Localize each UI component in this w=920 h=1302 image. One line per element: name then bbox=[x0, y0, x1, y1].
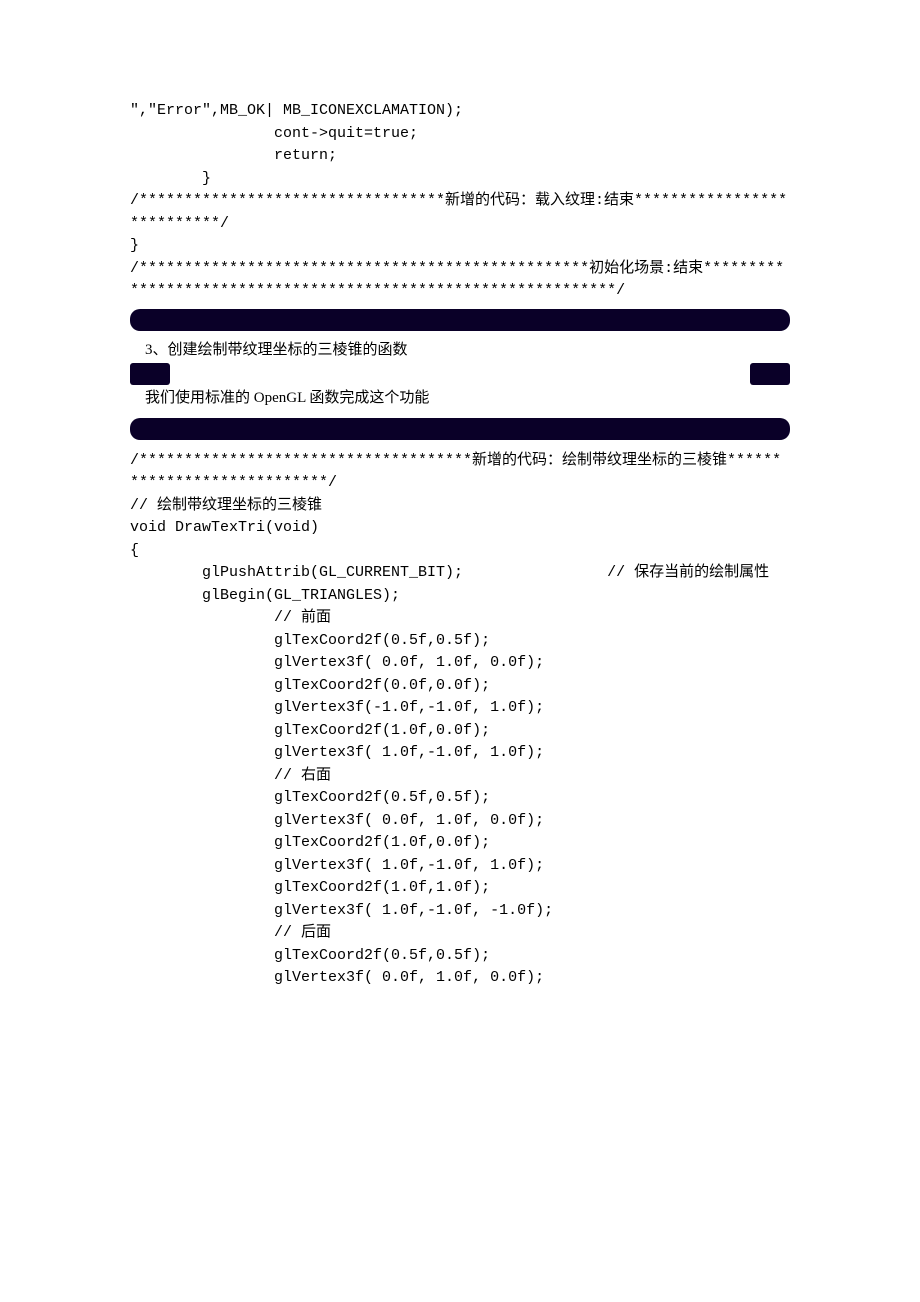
code-line: glVertex3f( 1.0f,-1.0f, 1.0f); bbox=[130, 855, 790, 878]
highlight-pill-right bbox=[750, 363, 790, 385]
code-comment: // 前面 bbox=[130, 607, 790, 630]
code-line: glTexCoord2f(1.0f,0.0f); bbox=[130, 720, 790, 743]
code-comment-block: /*************************************新增… bbox=[130, 450, 790, 495]
highlight-bar bbox=[130, 309, 790, 331]
code-line: void DrawTexTri(void) bbox=[130, 517, 790, 540]
code-line: cont->quit=true; bbox=[130, 123, 790, 146]
code-line: } bbox=[130, 168, 790, 191]
code-line: glTexCoord2f(1.0f,1.0f); bbox=[130, 877, 790, 900]
code-line: glPushAttrib(GL_CURRENT_BIT); // 保存当前的绘制… bbox=[130, 562, 790, 585]
code-comment: // 后面 bbox=[130, 922, 790, 945]
code-line: glTexCoord2f(1.0f,0.0f); bbox=[130, 832, 790, 855]
highlight-row bbox=[130, 363, 790, 385]
section-heading-row: 3、创建绘制带纹理坐标的三棱锥的函数 bbox=[130, 339, 790, 362]
code-line: return; bbox=[130, 145, 790, 168]
code-line: glVertex3f( 1.0f,-1.0f, 1.0f); bbox=[130, 742, 790, 765]
highlight-bar bbox=[130, 418, 790, 440]
prose-text: 我们使用标准的 OpenGL 函数完成这个功能 bbox=[130, 387, 429, 410]
code-line: glBegin(GL_TRIANGLES); bbox=[130, 585, 790, 608]
code-comment: // 右面 bbox=[130, 765, 790, 788]
code-line: ","Error",MB_OK| MB_ICONEXCLAMATION); bbox=[130, 100, 790, 123]
code-line: glVertex3f( 0.0f, 1.0f, 0.0f); bbox=[130, 810, 790, 833]
code-line: } bbox=[130, 235, 790, 258]
code-line: glTexCoord2f(0.5f,0.5f); bbox=[130, 630, 790, 653]
section-heading: 3、创建绘制带纹理坐标的三棱锥的函数 bbox=[130, 339, 408, 362]
code-comment-block: /***************************************… bbox=[130, 258, 790, 303]
code-line: glVertex3f( 0.0f, 1.0f, 0.0f); bbox=[130, 652, 790, 675]
code-line: glTexCoord2f(0.0f,0.0f); bbox=[130, 675, 790, 698]
highlight-pill-left bbox=[130, 363, 170, 385]
code-line: { bbox=[130, 540, 790, 563]
code-line: glVertex3f(-1.0f,-1.0f, 1.0f); bbox=[130, 697, 790, 720]
code-line: glTexCoord2f(0.5f,0.5f); bbox=[130, 787, 790, 810]
code-line: glVertex3f( 1.0f,-1.0f, -1.0f); bbox=[130, 900, 790, 923]
code-line: glVertex3f( 0.0f, 1.0f, 0.0f); bbox=[130, 967, 790, 990]
code-comment: // 绘制带纹理坐标的三棱锥 bbox=[130, 495, 790, 518]
code-line: glTexCoord2f(0.5f,0.5f); bbox=[130, 945, 790, 968]
code-comment-block: /**********************************新增的代码… bbox=[130, 190, 790, 235]
prose-row: 我们使用标准的 OpenGL 函数完成这个功能 bbox=[130, 387, 790, 410]
